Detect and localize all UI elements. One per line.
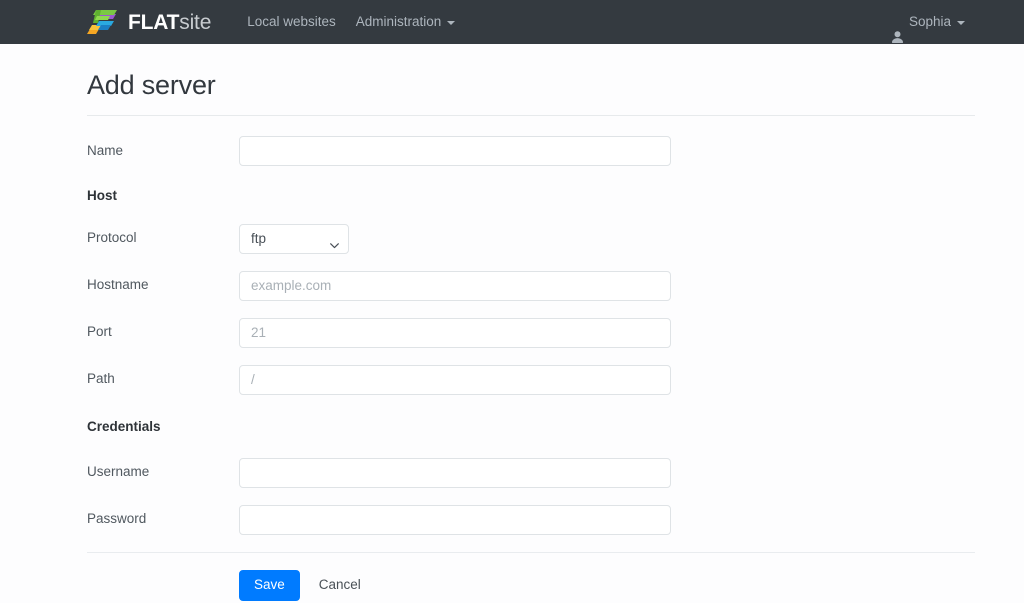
port-input[interactable] [239, 317, 671, 348]
nav-link-administration-label: Administration [355, 14, 442, 29]
label-protocol: Protocol [87, 230, 137, 246]
chevron-down-icon [447, 21, 456, 25]
brand-logo-link[interactable]: FLATsite [87, 9, 211, 35]
form-row-password: Password [87, 504, 975, 535]
top-navbar: FLATsite Local websites Administration S… [0, 0, 1024, 44]
password-input[interactable] [239, 504, 671, 535]
label-hostname: Hostname [87, 277, 149, 293]
form-row-port: Port [87, 317, 975, 348]
user-menu-button[interactable]: Sophia [882, 0, 975, 44]
nav-link-local-websites-label: Local websites [247, 14, 336, 29]
form-row-hostname: Hostname [87, 270, 975, 301]
hostname-input[interactable] [239, 270, 671, 301]
page-title: Add server [87, 70, 216, 100]
section-heading-credentials: Credentials [87, 418, 161, 434]
navbar-right: Sophia [882, 0, 975, 44]
protocol-select[interactable]: ftp [239, 223, 349, 254]
brand-name-bold: FLAT [128, 10, 180, 34]
nav-link-local-websites[interactable]: Local websites [237, 0, 346, 44]
label-port: Port [87, 324, 112, 340]
form-row-username: Username [87, 457, 975, 488]
nav-link-administration[interactable]: Administration [346, 0, 466, 44]
label-name: Name [87, 142, 124, 158]
name-input[interactable] [239, 136, 671, 166]
brand-text: FLATsite [128, 12, 211, 33]
path-input[interactable] [239, 364, 671, 395]
brand-name-light: site [179, 10, 212, 34]
user-menu-label: Sophia [908, 14, 951, 29]
form-row-path: Path [87, 364, 975, 395]
form-row-name: Name [87, 136, 975, 166]
protocol-select-wrap: ftp [239, 223, 349, 254]
save-button[interactable]: Save [239, 569, 300, 601]
form-actions: Save Cancel [49, 553, 975, 601]
cancel-button[interactable]: Cancel [311, 571, 369, 599]
label-password: Password [87, 511, 147, 527]
label-username: Username [87, 464, 150, 480]
form-row-protocol: Protocol ftp [87, 223, 975, 254]
user-icon [891, 17, 903, 43]
section-heading-host: Host [87, 188, 117, 203]
label-path: Path [87, 371, 115, 387]
navbar-links: Local websites Administration [237, 0, 465, 44]
add-server-form: Name Host Protocol ftp Hostname example.… [49, 116, 975, 535]
username-input[interactable] [239, 457, 671, 488]
flatsite-logo-icon [87, 9, 119, 35]
page-container: Add server Name Host Protocol ftp Hostna… [0, 44, 1024, 601]
chevron-down-icon [957, 21, 965, 25]
page-inner: Add server Name Host Protocol ftp Hostna… [49, 44, 975, 601]
